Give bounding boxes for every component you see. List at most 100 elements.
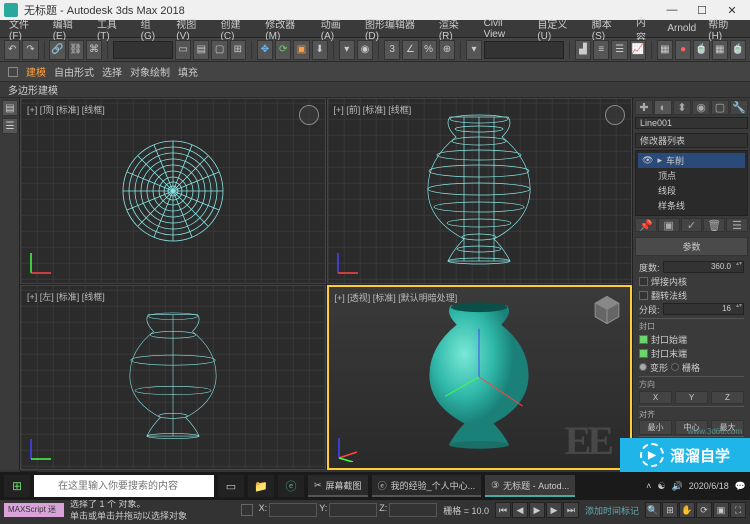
params-rollout-header[interactable]: 参数 [635, 237, 748, 256]
viewport-front[interactable]: [+] [前] [标准] [线框] [327, 98, 633, 284]
curve-editor-button[interactable]: 📈 [630, 40, 646, 60]
utilities-panel-tab[interactable]: 🔧 [730, 100, 748, 115]
goto-start-button[interactable]: ⏮ [495, 502, 511, 518]
menu-civil-view[interactable]: Civil View [479, 16, 531, 42]
stack-config-button[interactable]: ☰ [726, 218, 748, 232]
unlink-button[interactable]: ⛓ [68, 40, 84, 60]
viewcube-icon[interactable] [590, 293, 624, 327]
taskbar-app-3dsmax[interactable]: ③无标题 - Autod... [485, 475, 575, 497]
link-button[interactable]: 🔗 [49, 40, 65, 60]
segments-spinner[interactable]: 16 [663, 303, 744, 315]
stack-spline[interactable]: 样条线 [638, 198, 745, 213]
direction-z-button[interactable]: Z [711, 391, 744, 404]
eye-icon[interactable]: 👁 [642, 155, 653, 166]
taskbar-search-input[interactable] [34, 475, 214, 497]
viewport-left-label[interactable]: [+] [左] [标准] [线框] [27, 290, 105, 303]
bind-button[interactable]: ⌘ [86, 40, 102, 60]
orbit-button[interactable]: ⟳ [696, 502, 712, 518]
viewport-top-shade-button[interactable] [299, 105, 319, 125]
ribbon-populate-tab[interactable]: 填充 [178, 64, 198, 79]
stack-show-button[interactable]: ▣ [658, 218, 680, 232]
spinner-snap-button[interactable]: ⊕ [439, 40, 455, 60]
cap-grid-radio[interactable] [671, 363, 679, 371]
percent-snap-button[interactable]: % [421, 40, 437, 60]
goto-end-button[interactable]: ⏭ [563, 502, 579, 518]
direction-x-button[interactable]: X [639, 391, 672, 404]
ribbon-modeling-tab[interactable]: 建模 [26, 64, 46, 79]
play-button[interactable]: ▶ [529, 502, 545, 518]
taskbar-app-browser[interactable]: ⓔ我的经验_个人中心... [372, 475, 482, 497]
maxscript-listener[interactable]: MAXScript 迷 [4, 503, 64, 517]
zoom-extents-button[interactable]: ▣ [713, 502, 729, 518]
zoom-button[interactable]: 🔍 [645, 502, 661, 518]
stack-vertex[interactable]: 顶点 [638, 168, 745, 183]
render-setup-button[interactable]: 🍵 [693, 40, 709, 60]
prev-frame-button[interactable]: ◀ [512, 502, 528, 518]
rotate-button[interactable]: ⟳ [275, 40, 291, 60]
ribbon-selection-tab[interactable]: 选择 [102, 64, 122, 79]
stack-segment[interactable]: 线段 [638, 183, 745, 198]
taskbar-app-snip[interactable]: ✂屏幕截图 [308, 475, 368, 497]
cap-start-checkbox[interactable] [639, 335, 648, 344]
ribbon-paint-tab[interactable]: 对象绘制 [130, 64, 170, 79]
selection-filter[interactable] [113, 41, 173, 59]
menu-group[interactable]: 组(G) [136, 14, 170, 44]
pivot-button[interactable]: ◉ [357, 40, 373, 60]
ribbon-freeform-tab[interactable]: 自由形式 [54, 64, 94, 79]
cap-end-checkbox[interactable] [639, 349, 648, 358]
viewport-top[interactable]: [+] [顶] [标准] [线框] [20, 98, 326, 284]
start-button[interactable]: ⊞ [4, 475, 30, 497]
zoom-all-button[interactable]: ⊞ [662, 502, 678, 518]
menu-arnold[interactable]: Arnold [662, 21, 701, 36]
cap-morph-radio[interactable] [639, 363, 647, 371]
named-selection-input[interactable] [484, 41, 564, 59]
stack-pin-button[interactable]: 📌 [635, 218, 657, 232]
scale-button[interactable]: ▣ [293, 40, 309, 60]
ribbon-toggle-icon[interactable] [8, 67, 18, 77]
material-editor-button[interactable]: ● [675, 40, 691, 60]
coord-x-input[interactable] [269, 503, 317, 517]
layer-explorer-button[interactable]: ☰ [2, 118, 18, 134]
degrees-spinner[interactable]: 360.0 [663, 261, 744, 273]
edge-icon[interactable]: ⓔ [278, 475, 304, 497]
select-name-button[interactable]: ▤ [193, 40, 209, 60]
flip-normals-checkbox[interactable] [639, 291, 648, 300]
weld-core-checkbox[interactable] [639, 277, 648, 286]
scene-explorer-button[interactable]: ▤ [2, 100, 18, 116]
stack-remove-button[interactable]: 🗑 [703, 218, 725, 232]
object-name-field[interactable]: Line001 [635, 117, 748, 129]
modify-panel-tab[interactable]: ◐ [654, 100, 672, 115]
tray-speaker-icon[interactable]: 🔊 [672, 481, 683, 492]
align-min-button[interactable]: 最小 [639, 420, 672, 435]
modifier-list-dropdown[interactable]: 修改器列表 [635, 133, 748, 148]
next-frame-button[interactable]: ▶ [546, 502, 562, 518]
place-button[interactable]: ⬇ [312, 40, 328, 60]
maximize-viewport-button[interactable]: ⛶ [730, 502, 746, 518]
viewport-left[interactable]: [+] [左] [标准] [线框] [20, 285, 326, 471]
motion-panel-tab[interactable]: ◉ [692, 100, 710, 115]
render-button[interactable]: 🍵 [730, 40, 746, 60]
direction-y-button[interactable]: Y [675, 391, 708, 404]
tray-ime-icon[interactable]: ☯ [657, 481, 665, 492]
angle-snap-button[interactable]: ∠ [402, 40, 418, 60]
viewport-front-label[interactable]: [+] [前] [标准] [线框] [334, 103, 412, 116]
pan-button[interactable]: ✋ [679, 502, 695, 518]
modifier-stack[interactable]: 👁▸车削 顶点 线段 样条线 [635, 150, 748, 216]
redo-button[interactable]: ↷ [22, 40, 38, 60]
coord-y-input[interactable] [329, 503, 377, 517]
explorer-icon[interactable]: 📁 [248, 475, 274, 497]
refcoord-button[interactable]: ▾ [339, 40, 355, 60]
ribbon-poly-label[interactable]: 多边形建模 [8, 82, 58, 97]
snap-toggle-button[interactable]: 3 [384, 40, 400, 60]
time-tag-button[interactable]: 添加时间标记 [585, 504, 639, 517]
move-button[interactable]: ✥ [257, 40, 273, 60]
coord-z-input[interactable] [389, 503, 437, 517]
hierarchy-panel-tab[interactable]: ⬍ [673, 100, 691, 115]
minimize-button[interactable]: — [658, 1, 686, 19]
tray-notifications-icon[interactable]: 💬 [735, 481, 746, 492]
named-sets-button[interactable]: ▾ [466, 40, 482, 60]
schematic-button[interactable]: ▦ [657, 40, 673, 60]
display-panel-tab[interactable]: ▢ [711, 100, 729, 115]
tray-up-icon[interactable]: ˄ [646, 481, 651, 491]
window-crossing-button[interactable]: ⊞ [230, 40, 246, 60]
